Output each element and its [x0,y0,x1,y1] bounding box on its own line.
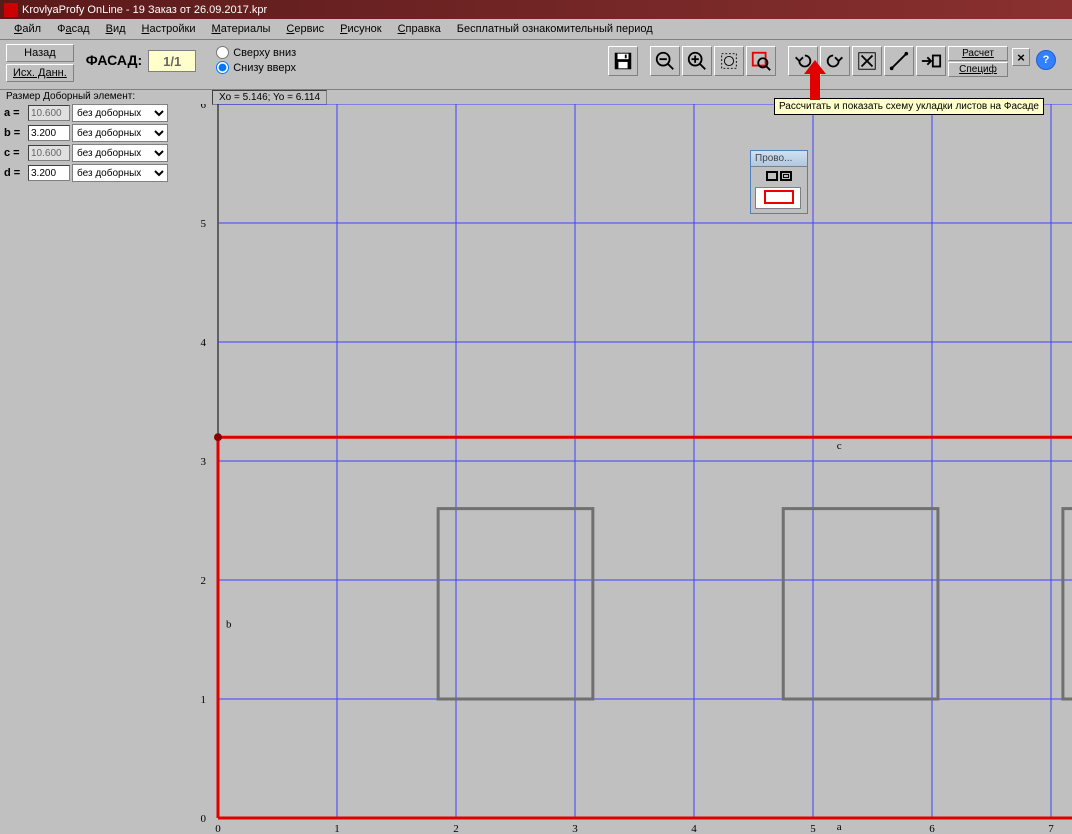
floating-preview [755,187,801,209]
menu-help[interactable]: Справка [390,21,449,37]
back-button[interactable]: Назад [6,44,74,62]
arrow-to-rect-icon [920,50,942,72]
menu-file[interactable]: Файл [6,21,49,37]
toolbar: Назад Исх. Данн. ФАСАД: 1/1 Сверху вниз … [0,40,1072,90]
svg-text:6: 6 [929,823,935,834]
x-icon [856,50,878,72]
facade-label: ФАСАД: [86,52,142,68]
zoom-fit-icon [718,50,740,72]
menu-view[interactable]: Вид [98,21,134,37]
close-toolbar-button[interactable]: × [1012,48,1030,66]
title-bar: KrovlyaProfy OnLine - 19 Заказ от 26.09.… [0,0,1072,19]
source-data-button[interactable]: Исх. Данн. [6,64,74,82]
float-opt-2[interactable] [780,171,792,181]
svg-text:2: 2 [201,575,207,587]
float-opt-1[interactable] [766,171,778,181]
svg-text:5: 5 [201,218,207,230]
window-title: KrovlyaProfy OnLine - 19 Заказ от 26.09.… [22,4,267,16]
param-input-d[interactable] [28,165,70,181]
menu-facade[interactable]: Фасад [49,21,98,37]
param-select-b[interactable]: без доборных [72,124,168,142]
svg-text:b: b [226,619,232,631]
svg-text:1: 1 [201,694,207,706]
line-button[interactable] [884,46,914,76]
param-select-c[interactable]: без доборных [72,144,168,162]
coord-display: Xo = 5.146; Yo = 6.114 [212,90,327,105]
zoom-out-button[interactable] [650,46,680,76]
line-icon [888,50,910,72]
param-row-d: d = без доборных [2,163,170,183]
param-row-b: b = без доборных [2,123,170,143]
param-label: b = [4,127,26,139]
save-button[interactable] [608,46,638,76]
floating-tool-window[interactable]: Прово... [750,150,808,214]
menu-service[interactable]: Сервис [278,21,332,37]
svg-text:3: 3 [572,823,578,834]
param-label: c = [4,147,26,159]
svg-text:0: 0 [201,813,207,825]
svg-text:0: 0 [215,823,221,834]
svg-text:4: 4 [691,823,697,834]
menu-trial[interactable]: Бесплатный ознакомительный период [449,21,661,37]
facade-number: 1/1 [148,50,196,72]
radio-bottom-up[interactable]: Снизу вверх [216,61,296,74]
menu-bar: Файл Фасад Вид Настройки Материалы Серви… [0,19,1072,40]
zoom-in-icon [686,50,708,72]
menu-settings[interactable]: Настройки [134,21,204,37]
tooltip: Рассчитать и показать схему укладки лист… [774,98,1044,115]
menu-drawing[interactable]: Рисунок [332,21,390,37]
param-label: d = [4,167,26,179]
canvas-area: Xo = 5.146; Yo = 6.114 0 1 2 3 4 5 6 7 0 1 2 3 4 5 6 b c… [0,90,1072,834]
red-arrow-icon [804,60,826,100]
calc-button[interactable]: Расчет [948,46,1008,61]
zoom-region-icon [750,50,772,72]
svg-text:3: 3 [201,456,207,468]
param-row-a: a = без доборных [2,103,170,123]
param-input-a[interactable] [28,105,70,121]
app-icon [4,3,18,17]
delete-button[interactable] [852,46,882,76]
zoom-fit-button[interactable] [714,46,744,76]
svg-text:6: 6 [201,104,207,111]
zoom-region-button[interactable] [746,46,776,76]
param-input-c[interactable] [28,145,70,161]
arrow-button[interactable] [916,46,946,76]
floppy-disk-icon [612,50,634,72]
drawing-canvas[interactable]: 0 1 2 3 4 5 6 7 0 1 2 3 4 5 6 b c a [0,104,1072,834]
svg-text:c: c [837,440,842,452]
svg-text:1: 1 [334,823,340,834]
param-label: a = [4,107,26,119]
params-panel: Размер Доборный элемент: a = без доборных… [2,90,170,183]
zoom-in-button[interactable] [682,46,712,76]
param-select-a[interactable]: без доборных [72,104,168,122]
redo-icon [824,50,846,72]
svg-text:2: 2 [453,823,459,834]
help-button[interactable]: ? [1036,50,1056,70]
param-select-d[interactable]: без доборных [72,164,168,182]
floating-title[interactable]: Прово... [751,151,807,167]
radio-top-down[interactable]: Сверху вниз [216,46,296,59]
svg-text:5: 5 [810,823,816,834]
direction-radio-group: Сверху вниз Снизу вверх [216,46,296,74]
spec-button[interactable]: Специф [948,62,1008,77]
menu-materials[interactable]: Материалы [203,21,278,37]
svg-text:7: 7 [1048,823,1054,834]
zoom-out-icon [654,50,676,72]
param-input-b[interactable] [28,125,70,141]
params-title: Размер Доборный элемент: [2,90,170,103]
svg-text:a: a [837,821,842,833]
svg-text:4: 4 [201,337,207,349]
param-row-c: c = без доборных [2,143,170,163]
